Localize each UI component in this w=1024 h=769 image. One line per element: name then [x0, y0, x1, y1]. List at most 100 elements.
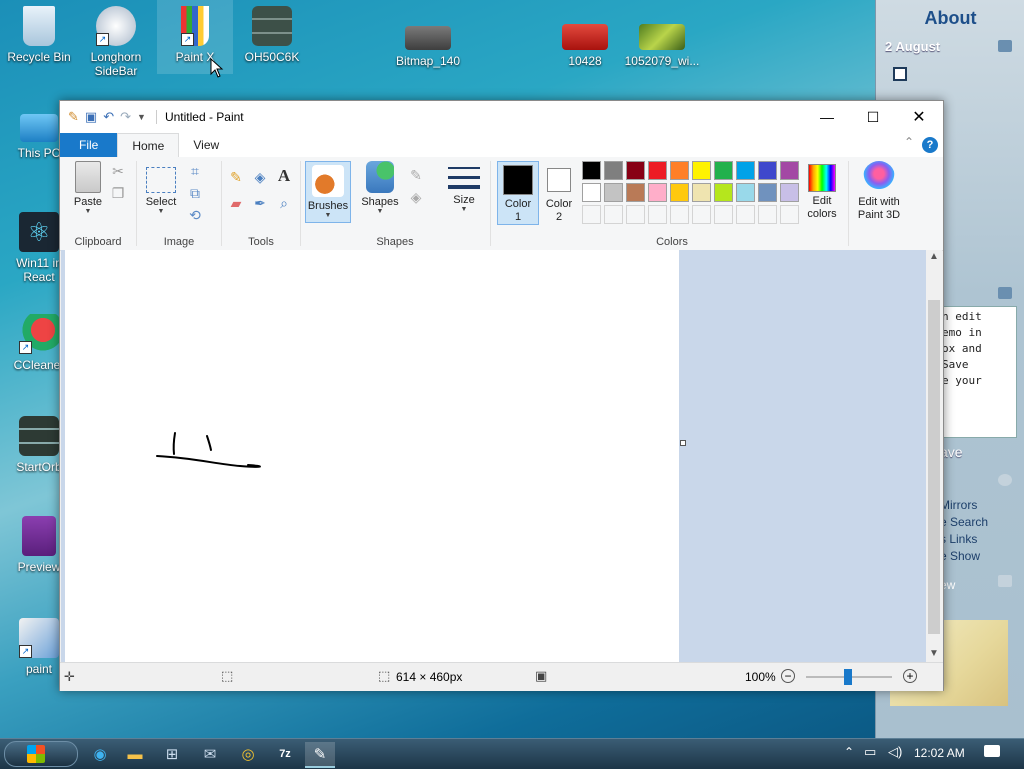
memo-textbox[interactable]: n edit emo in ox and Save e your — [937, 306, 1017, 438]
color1-button[interactable]: Color 1 — [497, 161, 539, 225]
color-swatch[interactable] — [604, 161, 623, 180]
desktop-icon-longhorn-sidebar[interactable]: ↗ Longhorn SideBar — [78, 0, 154, 78]
sidebar-link[interactable]: e Show — [940, 548, 988, 565]
color-swatch[interactable] — [692, 161, 711, 180]
desktop-icon-bitmap-140[interactable]: Bitmap_140 — [390, 16, 466, 68]
color-swatch[interactable] — [714, 161, 733, 180]
canvas-resize-handle[interactable] — [680, 440, 686, 446]
network-icon[interactable]: ▭ — [864, 744, 876, 760]
color-swatch[interactable] — [714, 205, 733, 224]
color-swatch[interactable] — [582, 183, 601, 202]
zoom-slider-thumb[interactable] — [844, 669, 852, 685]
color-swatch[interactable] — [604, 183, 623, 202]
edit-colors-button[interactable]: Edit colors — [800, 161, 844, 221]
tab-file[interactable]: File — [60, 133, 118, 157]
sidebar-link[interactable]: e Search — [940, 514, 988, 531]
undo-icon[interactable]: ↶ — [103, 109, 114, 125]
paint-taskbar-icon[interactable]: ✎ — [305, 742, 335, 768]
desktop-icon-10428[interactable]: 10428 — [547, 16, 623, 68]
scrollbar-thumb[interactable] — [928, 300, 940, 634]
zoom-out-button[interactable]: − — [781, 669, 795, 683]
mail-icon[interactable]: ✉ — [195, 742, 225, 766]
color-swatch[interactable] — [692, 205, 711, 224]
gadget-settings-icon[interactable] — [998, 474, 1012, 486]
tab-view[interactable]: View — [179, 133, 233, 157]
color-swatch[interactable] — [692, 183, 711, 202]
maximize-button[interactable]: ☐ — [850, 101, 896, 133]
color-swatch[interactable] — [582, 161, 601, 180]
checkbox-icon[interactable] — [893, 67, 907, 81]
pencil-icon[interactable]: ✎ — [228, 169, 244, 185]
color-swatch[interactable] — [736, 161, 755, 180]
select-button[interactable]: Select ▼ — [143, 161, 179, 216]
color-picker-icon[interactable]: ✒ — [252, 195, 268, 211]
shapes-button[interactable]: Shapes ▼ — [360, 161, 400, 216]
color-swatch[interactable] — [758, 205, 777, 224]
cut-icon[interactable]: ✂ — [110, 163, 126, 179]
color-swatch[interactable] — [780, 183, 799, 202]
gadget-settings-icon[interactable] — [998, 287, 1012, 299]
scroll-up-icon[interactable]: ▲ — [929, 251, 939, 262]
redo-icon[interactable]: ↷ — [120, 109, 131, 125]
color-swatch[interactable] — [758, 183, 777, 202]
color-swatch[interactable] — [626, 161, 645, 180]
desktop-icon-wallpaper[interactable]: 1052079_wi... — [624, 16, 700, 68]
vertical-scrollbar[interactable]: ▲ ▼ — [926, 250, 942, 662]
desktop-icon-oh50c6k[interactable]: OH50C6K — [234, 0, 310, 64]
close-button[interactable]: ✕ — [896, 101, 942, 133]
color-swatch[interactable] — [758, 161, 777, 180]
edit-with-paint3d-button[interactable]: Edit with Paint 3D — [852, 161, 906, 222]
start-button[interactable] — [4, 741, 78, 767]
file-explorer-icon[interactable]: ▬ — [120, 742, 150, 766]
chrome-icon[interactable]: ◎ — [233, 742, 263, 766]
canvas-area[interactable] — [61, 250, 927, 662]
fill-bucket-icon[interactable]: ◈ — [252, 169, 268, 185]
customize-qat-icon[interactable]: ▼ — [137, 112, 146, 122]
collapse-ribbon-icon[interactable]: ⌃ — [904, 135, 914, 149]
crop-icon[interactable]: ⌗ — [187, 163, 203, 179]
store-icon[interactable]: ⊞ — [157, 742, 187, 766]
color2-button[interactable]: Color 2 — [540, 161, 578, 224]
color-swatch[interactable] — [604, 205, 623, 224]
show-hidden-icons-icon[interactable]: ⌃ — [844, 745, 854, 759]
brushes-button[interactable]: Brushes ▼ — [305, 161, 351, 223]
text-icon[interactable]: A — [276, 167, 292, 184]
outline-icon[interactable]: ✎ — [408, 167, 424, 183]
resize-icon[interactable]: ⧉ — [187, 185, 203, 201]
notifications-icon[interactable] — [984, 745, 1000, 757]
scroll-down-icon[interactable]: ▼ — [929, 648, 939, 659]
copy-icon[interactable]: ❐ — [110, 185, 126, 201]
gadget-settings-icon[interactable] — [998, 40, 1012, 52]
magnifier-icon[interactable]: ⌕ — [276, 195, 292, 211]
fill-icon[interactable]: ◈ — [408, 189, 424, 205]
paste-button[interactable]: Paste ▼ — [70, 161, 106, 216]
color-swatch[interactable] — [780, 161, 799, 180]
color-swatch[interactable] — [626, 205, 645, 224]
zoom-in-button[interactable]: + — [903, 669, 917, 683]
title-bar[interactable]: ✎ ▣ ↶ ↷ ▼ Untitled - Paint — ☐ ✕ — [60, 101, 943, 133]
color-swatch[interactable] — [582, 205, 601, 224]
color-swatch[interactable] — [648, 161, 667, 180]
color-swatch[interactable] — [714, 183, 733, 202]
save-icon[interactable]: ▣ — [85, 109, 97, 125]
drawing-canvas[interactable] — [65, 250, 679, 662]
color-swatch[interactable] — [736, 183, 755, 202]
eraser-icon[interactable]: ▰ — [228, 195, 244, 211]
desktop-icon-recycle-bin[interactable]: Recycle Bin — [1, 0, 77, 64]
sidebar-link[interactable]: s Links — [940, 531, 988, 548]
paint-app-icon[interactable]: ✎ — [68, 109, 79, 125]
color-swatch[interactable] — [648, 205, 667, 224]
color-swatch[interactable] — [670, 205, 689, 224]
clock[interactable]: 12:02 AM — [914, 746, 965, 760]
color-swatch[interactable] — [780, 205, 799, 224]
tab-home[interactable]: Home — [117, 133, 180, 157]
edge-icon[interactable]: ◉ — [85, 742, 115, 766]
size-button[interactable]: Size ▼ — [444, 161, 484, 214]
7zip-icon[interactable]: 7z — [270, 742, 300, 766]
color-swatch[interactable] — [670, 183, 689, 202]
volume-icon[interactable]: ◁) — [888, 744, 902, 760]
zoom-slider[interactable] — [806, 669, 892, 685]
help-icon[interactable]: ? — [922, 137, 938, 153]
sidebar-link[interactable]: Mirrors — [940, 497, 988, 514]
gadget-settings-icon[interactable] — [998, 575, 1012, 587]
